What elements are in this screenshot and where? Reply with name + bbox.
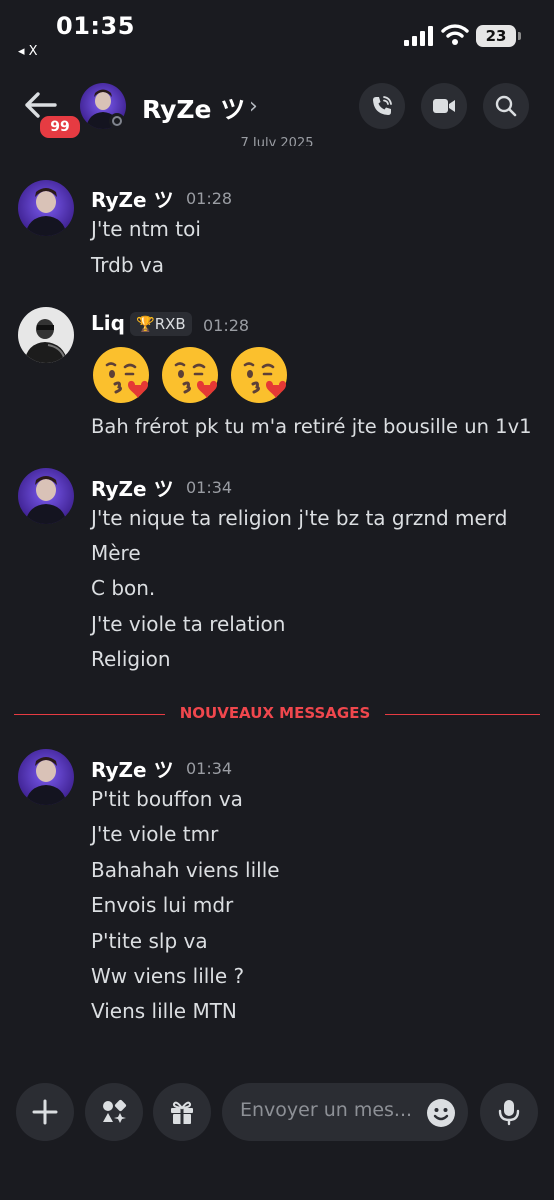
video-camera-icon	[433, 99, 455, 113]
message-text: J'te viole ta relation	[91, 612, 286, 636]
voice-call-button[interactable]	[359, 83, 405, 129]
chevron-right-icon[interactable]: ›	[249, 94, 258, 119]
role-tag[interactable]: 🏆RXB	[130, 312, 192, 336]
role-tag-label: RXB	[154, 315, 186, 333]
message-text: C bon.	[91, 576, 156, 600]
message-text: J'te viole tmr	[91, 822, 219, 846]
message-timestamp: 01:28	[203, 316, 250, 335]
date-separator: 7 July 2025	[240, 136, 314, 146]
apps-button[interactable]	[85, 1083, 143, 1141]
message-timestamp: 01:34	[186, 759, 233, 778]
message-text: J'te ntm toi	[91, 217, 201, 241]
wifi-icon	[441, 24, 469, 45]
message-text: Bahahah viens lille	[91, 858, 280, 882]
microphone-icon	[498, 1100, 520, 1126]
emoji-picker-icon[interactable]	[426, 1098, 456, 1128]
gift-button[interactable]	[153, 1083, 211, 1141]
message-author[interactable]: RyZe ツ	[91, 184, 174, 213]
channel-name[interactable]: RyZe ツ	[142, 90, 245, 126]
kissing-face-with-heart-icon	[162, 347, 218, 403]
message-author[interactable]: RyZe ツ	[91, 754, 174, 783]
search-button[interactable]	[483, 83, 529, 129]
plus-icon	[32, 1099, 58, 1125]
message-author[interactable]: Liq	[91, 311, 125, 335]
message-input-placeholder: Envoyer un mes...	[240, 1099, 413, 1121]
search-icon	[495, 95, 517, 117]
message-author[interactable]: RyZe ツ	[91, 473, 174, 502]
message-text: Ww viens lille ?	[91, 964, 245, 988]
status-bar: 01:35 ◂ X 23	[0, 0, 554, 70]
battery-indicator: 23	[476, 25, 521, 47]
avatar[interactable]	[18, 468, 74, 524]
message-text: Viens lille MTN	[91, 999, 237, 1023]
status-indicator	[109, 113, 125, 129]
trophy-icon: 🏆	[136, 315, 155, 333]
message-text: Trdb va	[91, 253, 164, 277]
message-text: P'tite slp va	[91, 929, 208, 953]
message-timestamp: 01:34	[186, 478, 233, 497]
new-messages-label: NOUVEAUX MESSAGES	[165, 704, 385, 722]
message-text: P'tit bouffon va	[91, 787, 243, 811]
kissing-face-with-heart-icon	[231, 347, 287, 403]
apps-icon	[103, 1099, 127, 1123]
video-call-button[interactable]	[421, 83, 467, 129]
clock: 01:35	[56, 12, 135, 40]
cellular-signal-icon	[404, 26, 433, 46]
add-attachment-button[interactable]	[16, 1083, 74, 1141]
message-text: Religion	[91, 647, 171, 671]
gift-icon	[171, 1101, 193, 1124]
message-text: J'te nique ta religion j'te bz ta grznd …	[91, 506, 508, 530]
message-input[interactable]: Envoyer un mes...	[222, 1083, 468, 1141]
message-timestamp: 01:28	[186, 189, 233, 208]
phone-icon	[373, 96, 392, 115]
avatar[interactable]	[18, 180, 74, 236]
avatar[interactable]	[18, 307, 74, 363]
message-text: Bah frérot pk tu m'a retiré jte bousille…	[91, 415, 532, 438]
back-to-app[interactable]: ◂ X	[18, 44, 38, 59]
voice-message-button[interactable]	[480, 1083, 538, 1141]
message-text: Envois lui mdr	[91, 893, 234, 917]
avatar[interactable]	[18, 749, 74, 805]
message-text: Mère	[91, 541, 141, 565]
kissing-face-with-heart-icon	[93, 347, 149, 403]
